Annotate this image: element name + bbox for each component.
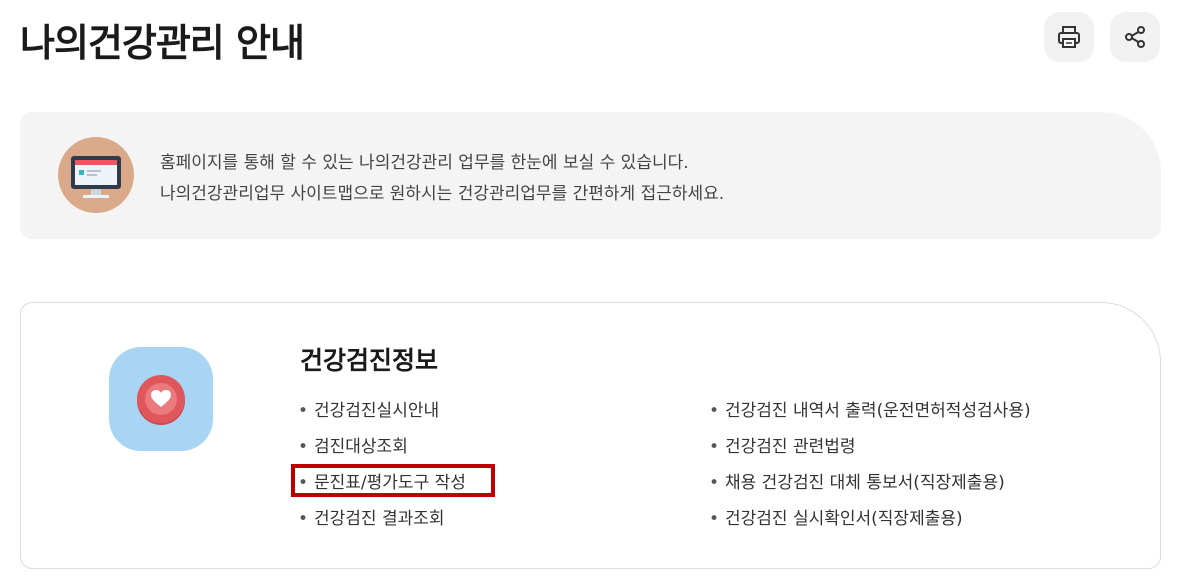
share-icon [1125, 26, 1145, 48]
intro-box: 홈페이지를 통해 할 수 있는 나의건강관리 업무를 한눈에 보실 수 있습니다… [20, 112, 1161, 239]
section-title: 건강검진정보 [300, 346, 439, 375]
monitor-icon [58, 137, 134, 213]
link-confirmation-certificate[interactable]: • 건강검진 실시확인서(직장제출용) [709, 501, 1031, 537]
intro-line: 홈페이지를 통해 할 수 있는 나의건강관리 업무를 한눈에 보실 수 있습니다… [160, 153, 689, 173]
page-title: 나의건강관리 안내 [20, 21, 305, 65]
link-history-print[interactable]: • 건강검진 내역서 출력(운전면허적성검사용) [709, 393, 1031, 429]
link-list-left: • 건강검진실시안내 • 검진대상조회 • 문진표/평가도구 작성 • 건강검진 결과조… [298, 393, 466, 537]
link-list-right: • 건강검진 내역서 출력(운전면허적성검사용) • 건강검진 관련법령 • 채용 건… [709, 393, 1031, 537]
share-button[interactable] [1110, 12, 1160, 62]
link-employment-notice[interactable]: • 채용 건강검진 대체 통보서(직장제출용) [709, 465, 1031, 501]
heart-icon [109, 347, 213, 451]
link-related-law[interactable]: • 건강검진 관련법령 [709, 429, 1031, 465]
link-checkup-guide[interactable]: • 건강검진실시안내 [298, 393, 466, 429]
print-icon [1058, 26, 1080, 48]
health-checkup-card: 건강검진정보 • 건강검진실시안내 • 검진대상조회 • 문진표/평가도구 작성 • 건… [20, 302, 1161, 569]
print-button[interactable] [1044, 12, 1094, 62]
intro-text: 홈페이지를 통해 할 수 있는 나의건강관리 업무를 한눈에 보실 수 있습니다… [160, 148, 724, 210]
intro-line: 나의건강관리업무 사이트맵으로 원하시는 건강관리업무를 간편하게 접근하세요. [160, 184, 725, 204]
link-target-lookup[interactable]: • 검진대상조회 [298, 429, 466, 465]
link-result-lookup[interactable]: • 건강검진 결과조회 [298, 501, 466, 537]
link-questionnaire[interactable]: • 문진표/평가도구 작성 [298, 465, 466, 501]
